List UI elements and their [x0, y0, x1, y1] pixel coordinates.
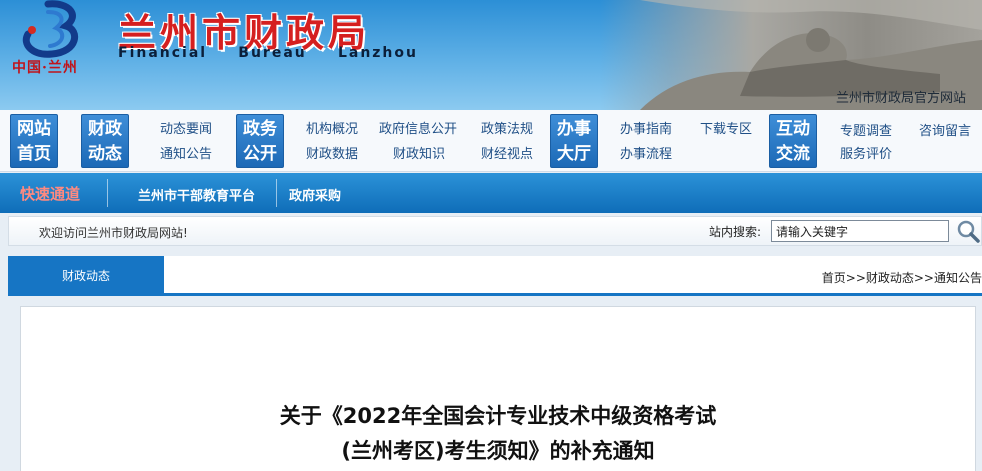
nav-link-consult[interactable]: 咨询留言: [919, 120, 971, 139]
divider: [276, 179, 277, 207]
nav-link-notice[interactable]: 通知公告: [160, 143, 212, 162]
nav-link-news[interactable]: 动态要闻: [160, 118, 212, 137]
header-banner: 中国·兰州 兰州市财政局 Financial Bureau Lanzhou 兰州…: [0, 0, 982, 110]
nav-gov-affairs[interactable]: 政务公开: [236, 114, 284, 168]
page: 中国·兰州 兰州市财政局 Financial Bureau Lanzhou 兰州…: [0, 0, 982, 471]
search-icon[interactable]: [955, 219, 981, 243]
article-title: 关于《2022年全国会计专业技术中级资格考试 (兰州考区)考生须知》的补充通知: [21, 399, 975, 469]
section-tab[interactable]: 财政动态: [8, 256, 164, 293]
logo-caption: 中国·兰州: [12, 60, 78, 76]
main-nav: 网站首页 财政动态 政务公开 办事大厅 互动交流 动态要闻 通知公告 机构概况 …: [0, 110, 982, 172]
section-header: 财政动态 首页>>财政动态>>通知公告: [8, 256, 982, 296]
nav-home[interactable]: 网站首页: [10, 114, 58, 168]
english-title-word: Bureau: [238, 45, 307, 61]
search-input[interactable]: [771, 220, 949, 242]
english-title-word: Lanzhou: [337, 45, 418, 61]
quick-access-bar: 快速通道 兰州市干部教育平台 政府采购: [0, 173, 982, 213]
search-bar: 欢迎访问兰州市财政局网站! 站内搜索:: [8, 216, 982, 246]
nav-interaction[interactable]: 互动交流: [769, 114, 817, 168]
nav-link-org[interactable]: 机构概况: [306, 118, 358, 137]
nav-link-service-eval[interactable]: 服务评价: [840, 143, 892, 162]
nav-link-policy[interactable]: 政策法规: [481, 118, 533, 137]
official-site-label: 兰州市财政局官方网站: [835, 91, 966, 106]
welcome-text: 欢迎访问兰州市财政局网站!: [39, 226, 188, 240]
quick-link-procurement[interactable]: 政府采购: [289, 185, 341, 204]
nav-finance-news[interactable]: 财政动态: [81, 114, 129, 168]
nav-link-finance-data[interactable]: 财政数据: [306, 143, 358, 162]
article-title-line: 关于《2022年全国会计专业技术中级资格考试: [279, 404, 717, 428]
nav-link-finance-view[interactable]: 财经视点: [481, 143, 533, 162]
nav-service-hall[interactable]: 办事大厅: [550, 114, 598, 168]
article-panel: 关于《2022年全国会计专业技术中级资格考试 (兰州考区)考生须知》的补充通知: [20, 306, 976, 471]
nav-link-process[interactable]: 办事流程: [620, 143, 672, 162]
english-title: Financial Bureau Lanzhou: [118, 45, 418, 61]
article-title-line: (兰州考区)考生须知》的补充通知: [341, 439, 655, 463]
quick-access-label: 快速通道: [20, 185, 81, 203]
search-label: 站内搜索:: [709, 225, 762, 239]
english-title-word: Financial: [118, 45, 208, 61]
breadcrumb[interactable]: 首页>>财政动态>>通知公告: [822, 269, 982, 286]
quick-link-cadre-education[interactable]: 兰州市干部教育平台: [138, 185, 255, 204]
nav-link-guide[interactable]: 办事指南: [620, 118, 672, 137]
divider: [107, 179, 108, 207]
nav-link-finance-knowledge[interactable]: 财政知识: [393, 143, 445, 162]
nav-link-survey[interactable]: 专题调查: [840, 120, 892, 139]
nav-link-download[interactable]: 下载专区: [700, 118, 752, 137]
nav-link-gov-info[interactable]: 政府信息公开: [379, 118, 457, 137]
